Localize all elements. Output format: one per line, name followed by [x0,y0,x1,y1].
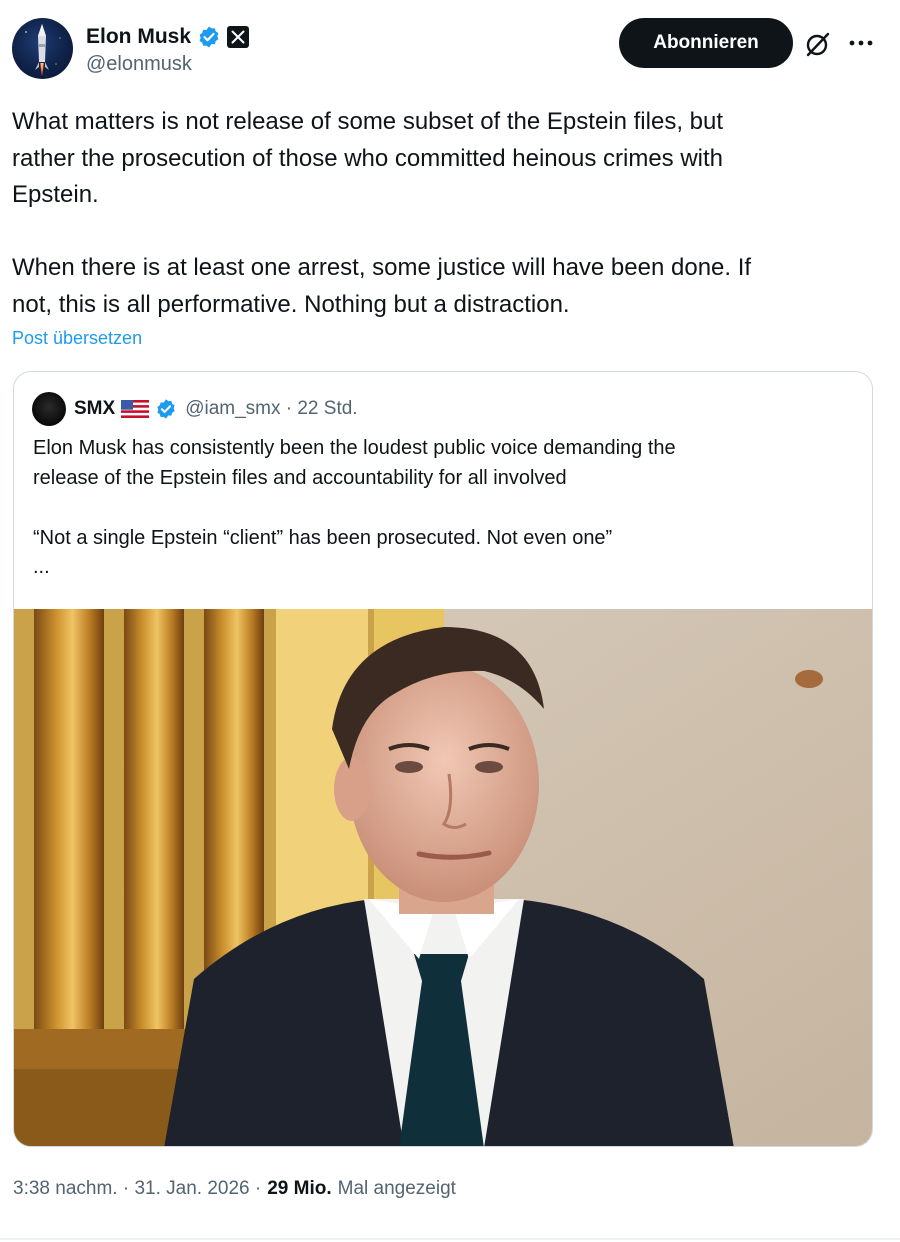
author-handle[interactable]: @elonmusk [86,53,192,76]
quoted-post-header: SMX @iam_smx · 22 Std. [32,392,358,426]
bottom-divider [0,1238,900,1240]
more-options-icon[interactable] [846,28,876,58]
post-meta: 3:38 nachm. · 31. Jan. 2026 · 29 Mio. Ma… [13,1178,456,1200]
post-timestamp[interactable]: 3:38 nachm. · 31. Jan. 2026 · [13,1178,261,1200]
quoted-post-text: Elon Musk has consistently been the loud… [33,437,676,549]
tweet-post: Elon Musk @elonmusk Abonnieren What matt… [0,0,900,1242]
quoted-author-avatar[interactable] [32,392,66,426]
views-count: 29 Mio. [267,1178,332,1199]
author-avatar[interactable] [12,18,73,79]
us-flag-icon [121,400,150,418]
quoted-post-card[interactable]: SMX @iam_smx · 22 Std. Elon Musk has con… [13,371,873,1147]
post-header: Elon Musk @elonmusk Abonnieren [12,16,888,80]
x-logo-icon [227,26,250,48]
quoted-post-photo[interactable] [14,609,872,1146]
quoted-author-handle-time[interactable]: @iam_smx · 22 Std. [185,398,357,420]
rocket-avatar-image [25,24,61,76]
subscribe-button[interactable]: Abonnieren [619,18,793,68]
quoted-verified-badge-icon[interactable] [155,398,177,420]
grok-icon[interactable] [804,30,832,58]
translate-post-link[interactable]: Post übersetzen [12,328,142,349]
tweet-body-text: What matters is not release of some subs… [12,108,752,318]
verified-badge-icon[interactable] [197,25,221,49]
quoted-post-truncation: ... [33,556,50,578]
author-name-row: Elon Musk [86,22,250,52]
portrait-photo-image [14,609,872,1146]
views-label: Mal angezeigt [337,1178,456,1199]
quoted-author-name[interactable]: SMX [74,398,115,420]
author-display-name[interactable]: Elon Musk [86,25,191,49]
